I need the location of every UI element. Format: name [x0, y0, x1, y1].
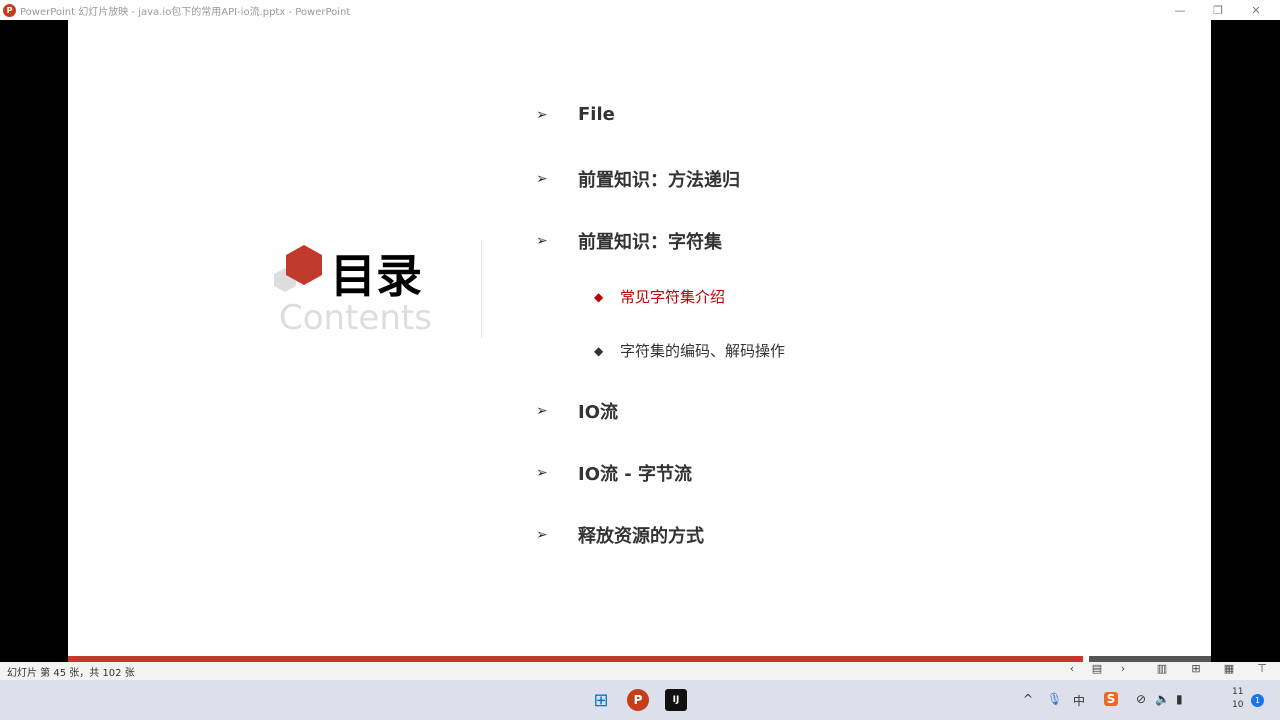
diamond-bullet-icon: ◆: [594, 289, 604, 304]
slide-counter: 幻灯片 第 45 张，共 102 张: [7, 667, 135, 679]
arrow-bullet-icon: ➢: [536, 527, 548, 543]
intellij-taskbar-icon[interactable]: IJ: [665, 689, 687, 711]
microphone-icon[interactable]: 🎙: [1047, 692, 1062, 706]
toc-subitem: ◆ 字符集的编码、解码操作: [594, 340, 785, 361]
toc-item: ➢ 前置知识：方法递归: [536, 166, 740, 192]
title-bar: P PowerPoint 幻灯片放映 - java.io包下的常用API-io流…: [0, 0, 1280, 20]
volume-icon[interactable]: 🔈: [1155, 692, 1170, 706]
clock-time: 11: [1232, 687, 1244, 697]
window-title: PowerPoint 幻灯片放映 - java.io包下的常用API-io流.p…: [20, 6, 351, 18]
arrow-bullet-icon: ➢: [536, 233, 548, 249]
toc-item-label: File: [578, 104, 615, 125]
ime-indicator[interactable]: 中: [1073, 692, 1085, 709]
clock[interactable]: 11 10: [1232, 686, 1243, 712]
close-button[interactable]: ✕: [1238, 0, 1274, 20]
slide-menu-icon[interactable]: ▤: [1087, 662, 1107, 680]
toc-title: 目录: [330, 249, 422, 303]
arrow-bullet-icon: ➢: [536, 403, 548, 419]
toc-item-label: 前置知识：字符集: [578, 232, 722, 253]
arrow-bullet-icon: ➢: [536, 465, 548, 481]
reading-view-icon[interactable]: ▦: [1219, 662, 1239, 680]
toc-item: ➢ IO流: [536, 398, 618, 424]
slide-sorter-icon[interactable]: ⊞: [1186, 662, 1206, 680]
toc-subitem-label: 字符集的编码、解码操作: [620, 342, 786, 360]
slide[interactable]: 目录 Contents ➢ File ➢ 前置知识：方法递归 ➢ 前置知识：字符集 ◆…: [68, 20, 1211, 662]
network-icon[interactable]: ⊘: [1136, 692, 1146, 706]
chevron-up-icon[interactable]: ^: [1023, 692, 1033, 706]
notification-badge[interactable]: 1: [1251, 694, 1264, 707]
divider: [481, 240, 482, 338]
toc-item: ➢ 前置知识：字符集: [536, 228, 722, 254]
toc-subitem-label: 常见字符集介绍: [620, 288, 726, 306]
sogou-input-icon[interactable]: S: [1104, 692, 1118, 706]
toc-item: ➢ IO流 - 字节流: [536, 460, 692, 486]
restore-button[interactable]: ❐: [1200, 0, 1236, 20]
powerpoint-icon: P: [3, 3, 16, 17]
next-slide-icon[interactable]: ›: [1113, 662, 1133, 680]
previous-slide-icon[interactable]: ‹: [1062, 662, 1082, 680]
minimize-button[interactable]: —: [1162, 0, 1198, 20]
toc-subitem-active: ◆ 常见字符集介绍: [594, 286, 725, 307]
battery-icon[interactable]: ▮: [1176, 692, 1183, 706]
arrow-bullet-icon: ➢: [536, 171, 548, 187]
toc-item-label: IO流 - 字节流: [578, 464, 693, 485]
normal-view-icon[interactable]: ▥: [1152, 662, 1172, 680]
slideshow-icon[interactable]: ⊤: [1252, 662, 1272, 680]
powerpoint-taskbar-icon[interactable]: P: [627, 689, 649, 711]
toc-item-label: 释放资源的方式: [578, 526, 704, 547]
windows-start-icon[interactable]: ⊞: [590, 689, 612, 711]
toc-subtitle: Contents: [279, 298, 432, 338]
toc-item-label: 前置知识：方法递归: [578, 170, 740, 191]
arrow-bullet-icon: ➢: [536, 106, 548, 123]
diamond-bullet-icon: ◆: [594, 343, 604, 358]
toc-item: ➢ 释放资源的方式: [536, 522, 704, 548]
toc-item: ➢ File: [536, 104, 615, 125]
clock-date: 10: [1232, 700, 1244, 710]
toc-item-label: IO流: [578, 402, 618, 423]
